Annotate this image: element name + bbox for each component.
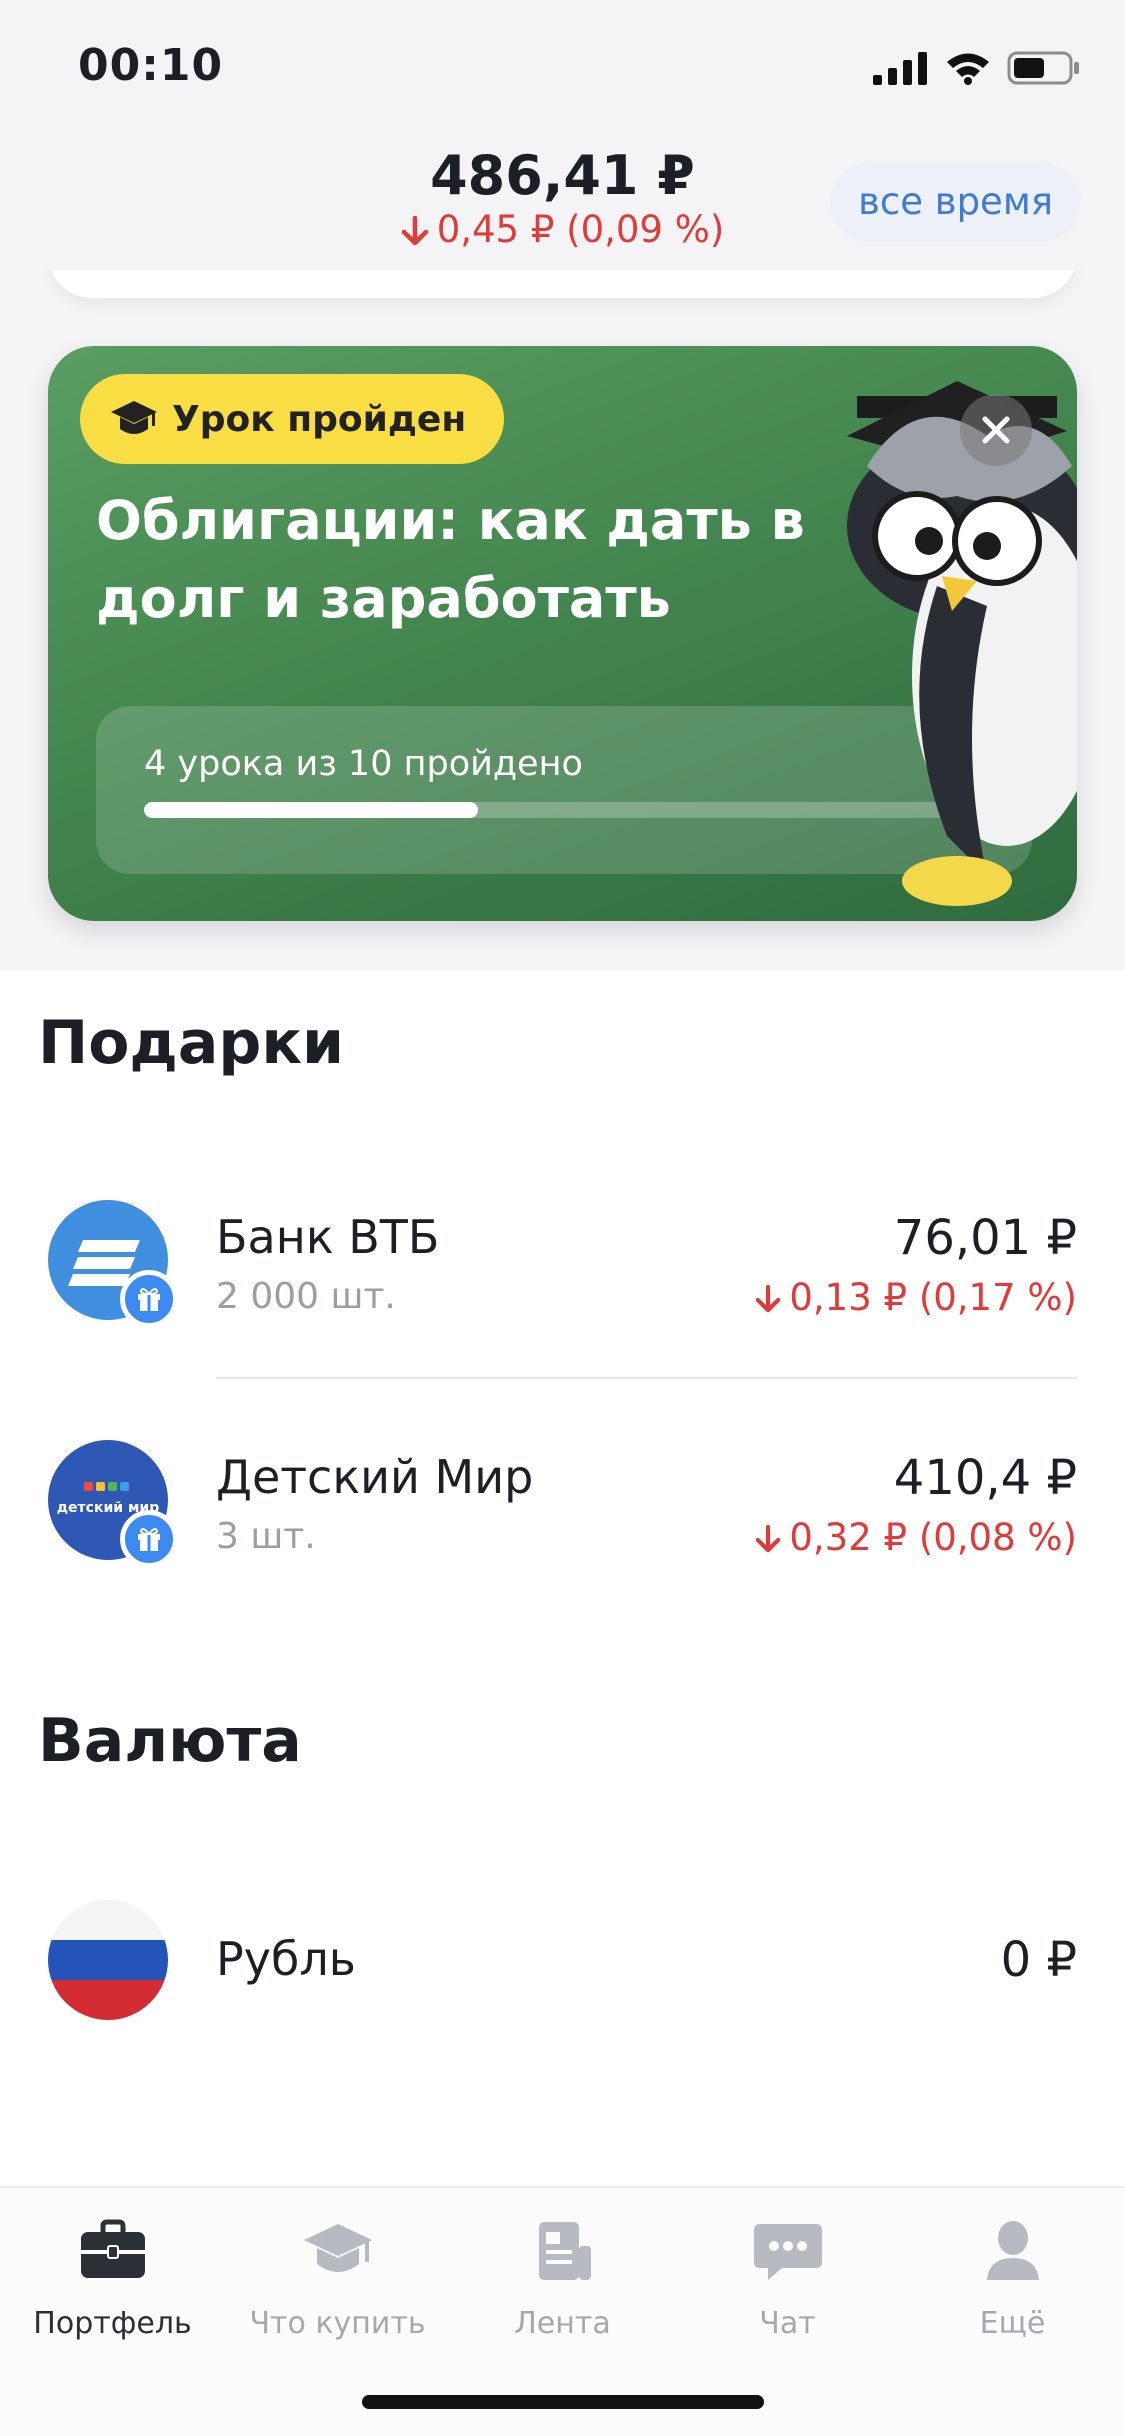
asset-row-vtb[interactable]: Банк ВТБ 2 000 шт. 76,01 ₽ 0,13 ₽ (0,17 … [0,1180,1125,1350]
period-selector-button[interactable]: все время [830,162,1081,242]
chat-icon [754,2224,822,2280]
feed-icon [539,2222,591,2280]
portfolio-change-value: 0,45 ₽ (0,09 %) [436,208,725,251]
owl-mascot-image [847,381,1077,906]
russian-flag-icon [48,1900,168,2020]
lesson-badge-label: Урок пройден [172,398,467,440]
arrow-down-icon [756,1284,781,1313]
lesson-progress-text: 4 урока из 10 пройдено [144,744,583,784]
currency-section-title: Валюта [38,1706,302,1776]
gift-icon [138,1528,160,1551]
portfolio-price-header: 486,41 ₽ 0,45 ₽ (0,09 %) все время [0,140,1125,270]
tab-label: Что купить [249,2306,426,2341]
asset-quantity: 3 шт. [216,1516,316,1557]
lesson-title: Облигации: как дать в долг и заработать [96,489,805,630]
asset-name: Рубль [216,1932,356,1986]
home-indicator [362,2395,764,2409]
asset-quantity: 2 000 шт. [216,1276,396,1317]
graduation-cap-icon [111,401,157,434]
asset-change-value: 0,13 ₽ (0,17 %) [789,1276,1077,1319]
tab-what-to-buy[interactable]: Что купить [225,2208,450,2348]
asset-change: 0,32 ₽ (0,08 %) [755,1516,1077,1559]
arrow-down-icon [401,215,428,246]
status-time: 00:10 [78,40,224,91]
asset-row-ruble[interactable]: Рубль 0 ₽ [0,1880,1125,2050]
tab-label: Чат [759,2306,816,2341]
signal-icon [873,52,927,85]
asset-name: Банк ВТБ [216,1210,440,1264]
lesson-completed-badge: Урок пройден [80,374,505,464]
tab-feed[interactable]: Лента [450,2208,675,2348]
asset-name: Детский Мир [216,1450,534,1504]
lesson-progress-fill [144,802,479,818]
asset-row-detsky-mir[interactable]: детский мир Детский Мир 3 шт. 410,4 ₽ 0,… [0,1420,1125,1590]
asset-value: 76,01 ₽ [893,1210,1077,1266]
profile-icon [987,2221,1039,2280]
gift-badge [120,1270,178,1328]
asset-value: 0 ₽ [1000,1932,1077,1988]
arrow-down-icon [756,1524,781,1553]
row-divider [216,1377,1077,1379]
tab-label: Лента [514,2306,611,2341]
wifi-icon [947,53,989,85]
lesson-card[interactable]: Урок пройден Облигации: как дать в долг … [48,346,1077,921]
asset-value: 410,4 ₽ [893,1450,1077,1506]
tab-label: Ещё [979,2306,1046,2341]
asset-change: 0,13 ₽ (0,17 %) [755,1276,1077,1319]
status-bar: 00:10 [0,0,1125,140]
graduation-cap-icon [304,2224,372,2272]
gift-icon [138,1288,160,1311]
close-card-button[interactable] [960,394,1032,466]
screen: Урок пройден Облигации: как дать в долг … [0,0,1125,2436]
tab-label: Портфель [33,2306,192,2341]
close-icon [982,416,1010,444]
battery-icon [1007,51,1079,85]
briefcase-icon [81,2219,145,2278]
tab-portfolio[interactable]: Портфель [0,2208,225,2348]
gift-badge [120,1510,178,1568]
asset-change-value: 0,32 ₽ (0,08 %) [789,1516,1077,1559]
status-icons [873,48,1081,88]
tab-chat[interactable]: Чат [675,2208,900,2348]
gifts-section-title: Подарки [38,1008,345,1078]
tab-more[interactable]: Ещё [900,2208,1125,2348]
